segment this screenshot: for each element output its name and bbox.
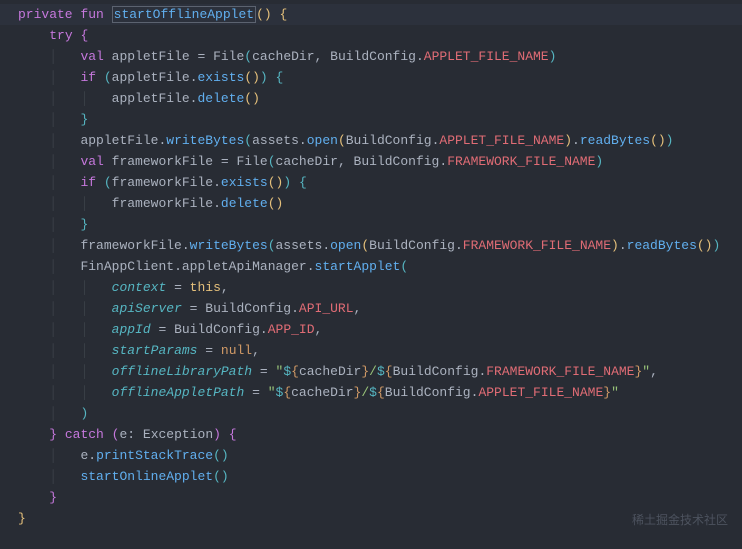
code-line: private fun startOfflineApplet() { [0, 4, 742, 25]
code-line: │ val frameworkFile = File(cacheDir, Bui… [0, 151, 742, 172]
code-line: │ │ context = this, [0, 277, 742, 298]
code-line: │ appletFile.writeBytes(assets.open(Buil… [0, 130, 742, 151]
code-line: │ frameworkFile.writeBytes(assets.open(B… [0, 235, 742, 256]
code-line: │ ) [0, 403, 742, 424]
code-line: │ if (frameworkFile.exists()) { [0, 172, 742, 193]
code-line: } [0, 487, 742, 508]
code-line: │ │ frameworkFile.delete() [0, 193, 742, 214]
code-line: │ if (appletFile.exists()) { [0, 67, 742, 88]
code-line: try { [0, 25, 742, 46]
code-line: } [0, 508, 742, 529]
code-editor[interactable]: private fun startOfflineApplet() { try {… [0, 4, 742, 529]
code-line: │ startOnlineApplet() [0, 466, 742, 487]
code-line: │ } [0, 214, 742, 235]
code-line: │ │ appletFile.delete() [0, 88, 742, 109]
watermark: 稀土掘金技术社区 [632, 510, 728, 531]
code-line: │ │ apiServer = BuildConfig.API_URL, [0, 298, 742, 319]
code-line: } catch (e: Exception) { [0, 424, 742, 445]
code-line: │ val appletFile = File(cacheDir, BuildC… [0, 46, 742, 67]
code-line: │ │ offlineAppletPath = "${cacheDir}/${B… [0, 382, 742, 403]
code-line: │ │ appId = BuildConfig.APP_ID, [0, 319, 742, 340]
code-line: │ FinAppClient.appletApiManager.startApp… [0, 256, 742, 277]
code-line: │ e.printStackTrace() [0, 445, 742, 466]
code-line: │ │ startParams = null, [0, 340, 742, 361]
code-line: │ } [0, 109, 742, 130]
code-line: │ │ offlineLibraryPath = "${cacheDir}/${… [0, 361, 742, 382]
